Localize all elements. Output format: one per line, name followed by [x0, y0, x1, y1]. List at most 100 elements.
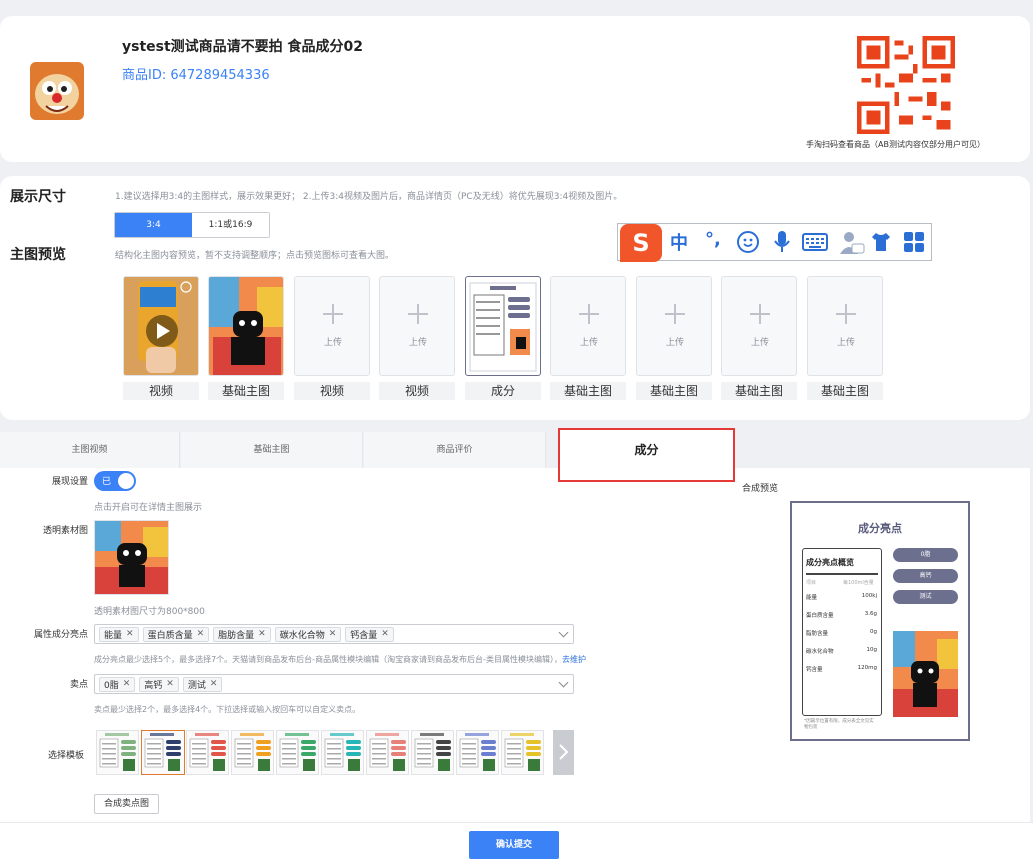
maintain-link[interactable]: 去维护: [562, 655, 586, 664]
ime-lang-button[interactable]: 中: [670, 229, 688, 255]
attr-label: 属性成分亮点: [33, 630, 88, 640]
toggle-text: 已: [102, 477, 112, 487]
close-icon[interactable]: ✕: [197, 629, 205, 639]
attr-hint-text: 成分亮点最少选择5个，最多选择7个。天猫请到商品发布后台-商品属性模块编辑（淘宝…: [94, 655, 562, 664]
close-icon[interactable]: ✕: [126, 629, 134, 639]
preview-row-name: 钙含量: [806, 667, 823, 673]
thumb-video-1[interactable]: [123, 276, 199, 376]
thumb-upload-main-3[interactable]: 上传: [721, 276, 797, 376]
plus-icon: [836, 304, 856, 324]
preview-pill: 0脂: [893, 548, 958, 562]
compose-button[interactable]: 合成卖点图: [94, 794, 159, 814]
main-preview-label: 主图预览: [10, 247, 66, 263]
submit-button[interactable]: 确认提交: [469, 831, 559, 859]
template-option[interactable]: [501, 730, 544, 775]
preview-row-name: 碳水化合物: [806, 649, 834, 655]
template-option[interactable]: [321, 730, 364, 775]
preview-pill: 测试: [893, 590, 958, 604]
thumb-label: 基础主图: [721, 382, 797, 400]
template-label: 选择模板: [47, 751, 84, 761]
grid-menu-icon[interactable]: [903, 231, 925, 257]
ratio-toggle: 3:4 1:1或16:9: [114, 212, 270, 238]
template-option[interactable]: [411, 730, 454, 775]
upload-text: 上传: [836, 338, 855, 348]
template-option[interactable]: [96, 730, 139, 775]
display-size-hint: 1.建议选择用3:4的主图样式，展示效果更好； 2.上传3:4视频及图片后，商品…: [115, 192, 623, 202]
preview-product-image: [893, 631, 958, 717]
sell-select[interactable]: 0脂 ✕ 高钙 ✕ 测试 ✕: [94, 674, 574, 694]
material-image[interactable]: [94, 520, 169, 595]
thumb-ingredient[interactable]: [465, 276, 541, 376]
thumb-upload-main-4[interactable]: 上传: [807, 276, 883, 376]
close-icon[interactable]: ✕: [258, 629, 266, 639]
product-thumbnail: [22, 56, 92, 126]
qr-code[interactable]: [857, 36, 955, 134]
thumb-upload-main-1[interactable]: 上传: [550, 276, 626, 376]
chevron-down-icon[interactable]: [558, 677, 569, 688]
tab-reviews[interactable]: 商品评价: [364, 432, 546, 468]
thumb-label: 视频: [294, 382, 370, 400]
tag-text: 脂肪含量: [218, 630, 255, 641]
sell-tag[interactable]: 0脂 ✕: [99, 676, 136, 692]
sell-tag[interactable]: 测试 ✕: [182, 676, 223, 692]
thumb-upload-video-2[interactable]: 上传: [379, 276, 455, 376]
upload-text: 上传: [750, 338, 769, 348]
thumb-label: 基础主图: [807, 382, 883, 400]
preview-title: 成分亮点: [858, 522, 902, 535]
preview-row-name: 脂肪含量: [806, 631, 829, 637]
close-icon[interactable]: ✕: [381, 629, 389, 639]
ime-logo-icon[interactable]: S: [620, 224, 662, 262]
template-option[interactable]: [276, 730, 319, 775]
close-icon[interactable]: ✕: [210, 679, 218, 689]
template-next-button[interactable]: [553, 730, 574, 775]
plus-icon: [323, 304, 343, 324]
tag-text: 钙含量: [350, 630, 378, 641]
plus-icon: [408, 304, 428, 324]
keyboard-icon[interactable]: [802, 233, 828, 251]
microphone-icon[interactable]: [773, 229, 791, 259]
preview-row-value: 100kj: [861, 593, 877, 599]
thumb-upload-video-1[interactable]: 上传: [294, 276, 370, 376]
material-hint: 透明素材图尺寸为800*800: [94, 607, 205, 617]
tab-main-image[interactable]: 基础主图: [181, 432, 363, 468]
preview-header-value: 每100ml含量: [843, 580, 874, 586]
skin-shirt-icon[interactable]: [870, 231, 892, 257]
template-option[interactable]: [456, 730, 499, 775]
template-option[interactable]: [186, 730, 229, 775]
tab-ingredient[interactable]: 成分: [558, 428, 735, 482]
template-option[interactable]: [366, 730, 409, 775]
close-icon[interactable]: ✕: [166, 679, 174, 689]
attr-tag[interactable]: 脂肪含量 ✕: [213, 626, 271, 642]
thumb-main-image-1[interactable]: [208, 276, 284, 376]
emoji-icon[interactable]: [737, 231, 759, 253]
main-preview-hint: 结构化主图内容预览，暂不支持调整顺序；点击预览图标可查看大图。: [115, 251, 395, 261]
thumb-upload-main-2[interactable]: 上传: [636, 276, 712, 376]
chevron-down-icon[interactable]: [558, 627, 569, 638]
product-id: 商品ID: 647289454336: [122, 68, 270, 83]
preview-row-name: 蛋白质含量: [806, 613, 834, 619]
upload-text: 上传: [323, 338, 342, 348]
preview-row-value: 120mg: [857, 665, 877, 671]
template-option[interactable]: [141, 730, 185, 775]
close-icon[interactable]: ✕: [123, 679, 131, 689]
user-toolbox-icon[interactable]: [838, 230, 866, 260]
close-icon[interactable]: ✕: [329, 629, 337, 639]
ratio-3-4-button[interactable]: 3:4: [115, 213, 192, 237]
sell-tag[interactable]: 高钙 ✕: [139, 676, 179, 692]
thumb-label: 基础主图: [550, 382, 626, 400]
attr-select[interactable]: 能量 ✕ 蛋白质含量 ✕ 脂肪含量 ✕ 碳水化合物 ✕ 钙含量 ✕: [94, 624, 574, 644]
display-toggle[interactable]: 已: [94, 471, 136, 491]
tag-text: 碳水化合物: [279, 630, 325, 641]
attr-tag[interactable]: 钙含量 ✕: [345, 626, 394, 642]
tag-text: 蛋白质含量: [147, 630, 193, 641]
ime-punct-button[interactable]: °,: [705, 229, 721, 250]
template-option[interactable]: [231, 730, 274, 775]
attr-tag[interactable]: 碳水化合物 ✕: [274, 626, 342, 642]
attr-tag[interactable]: 能量 ✕: [99, 626, 139, 642]
toggle-label: 展现设置: [51, 477, 88, 487]
tab-main-video[interactable]: 主图视频: [0, 432, 180, 468]
attr-tag[interactable]: 蛋白质含量 ✕: [142, 626, 210, 642]
preview-table: 成分亮点概览 项目 每100ml含量 能量 100kj 蛋白质含量 3.6g 脂肪含量 0…: [802, 548, 882, 716]
sell-label: 卖点: [69, 680, 88, 690]
ratio-1-1-button[interactable]: 1:1或16:9: [192, 213, 269, 237]
